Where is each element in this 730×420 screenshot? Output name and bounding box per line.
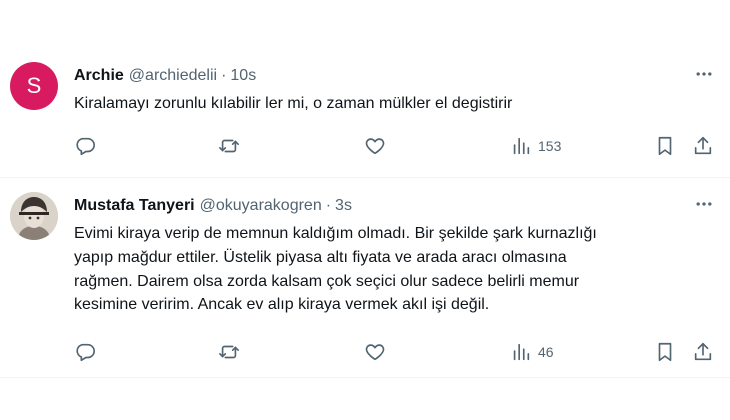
share-button[interactable] [692, 134, 714, 158]
more-options-button[interactable] [692, 194, 716, 214]
tweet-header: Mustafa Tanyeri @okuyarakogren · 3s [74, 195, 352, 217]
tweet-card[interactable]: Mustafa Tanyeri @okuyarakogren · 3s Evim… [0, 178, 730, 376]
like-button[interactable] [364, 340, 386, 364]
reply-icon [76, 343, 95, 362]
author-handle[interactable]: @okuyarakogren [200, 197, 322, 215]
profile-photo [10, 192, 58, 240]
author-name[interactable]: Mustafa Tanyeri [74, 197, 195, 215]
tweet-text-line: kesimine veririm. Ancak ev alıp kiraya v… [74, 296, 490, 314]
bookmark-icon [658, 136, 672, 156]
share-icon [694, 136, 712, 155]
reply-button[interactable] [74, 134, 96, 158]
views-count: 46 [538, 344, 554, 360]
bottom-blank-area [0, 378, 730, 420]
retweet-icon [219, 139, 239, 153]
tweet-timestamp[interactable]: 10s [230, 67, 256, 85]
views-count: 153 [538, 138, 562, 154]
author-name[interactable]: Archie [74, 67, 124, 85]
bookmark-button[interactable] [654, 340, 676, 364]
header-separator: · [221, 67, 227, 84]
bookmark-icon [658, 342, 672, 362]
author-handle[interactable]: @archiedelii [129, 67, 217, 85]
header-separator: · [325, 197, 332, 214]
retweet-icon [219, 345, 239, 359]
heart-icon [365, 344, 385, 361]
tweet-text: Kiralamayı zorunlu kılabilir ler mi, o z… [74, 95, 513, 112]
heart-icon [365, 138, 385, 155]
tweet-timestamp[interactable]: 3s [335, 197, 352, 215]
share-icon [694, 342, 712, 361]
top-blank-area [0, 0, 730, 48]
retweet-button[interactable] [218, 134, 240, 158]
tweet-actions: 153 [74, 134, 718, 158]
avatar-letter: S [26, 73, 42, 98]
tweet-text-line: rağmen. Dairem olsa zorda kalsam çok seç… [74, 272, 580, 290]
more-horizontal-icon [696, 202, 712, 206]
more-horizontal-icon [696, 72, 712, 76]
avatar[interactable]: S [10, 62, 58, 110]
tweet-text-line: yapıp mağdur ettiler. Üstelik piyasa alt… [74, 248, 567, 266]
tweet-card[interactable]: S Archie @archiedelii · 10s Kiralamayı z… [0, 48, 730, 176]
tweet-text: Evimi kiraya verip de memnun kaldığım ol… [74, 222, 714, 317]
bookmark-button[interactable] [654, 134, 676, 158]
retweet-button[interactable] [218, 340, 240, 364]
tweet-text-line: Evimi kiraya verip de memnun kaldığım ol… [74, 225, 597, 242]
share-button[interactable] [692, 340, 714, 364]
more-options-button[interactable] [692, 64, 716, 84]
avatar[interactable] [10, 192, 58, 240]
views-chart-icon [513, 343, 530, 361]
tweet-actions: 46 [74, 340, 718, 364]
reply-button[interactable] [74, 340, 96, 364]
views-chart-icon [513, 137, 530, 155]
like-button[interactable] [364, 134, 386, 158]
views-button[interactable]: 46 [510, 340, 554, 364]
views-button[interactable]: 153 [510, 134, 561, 158]
tweet-header: Archie @archiedelii · 10s [74, 65, 256, 87]
reply-icon [76, 137, 95, 156]
